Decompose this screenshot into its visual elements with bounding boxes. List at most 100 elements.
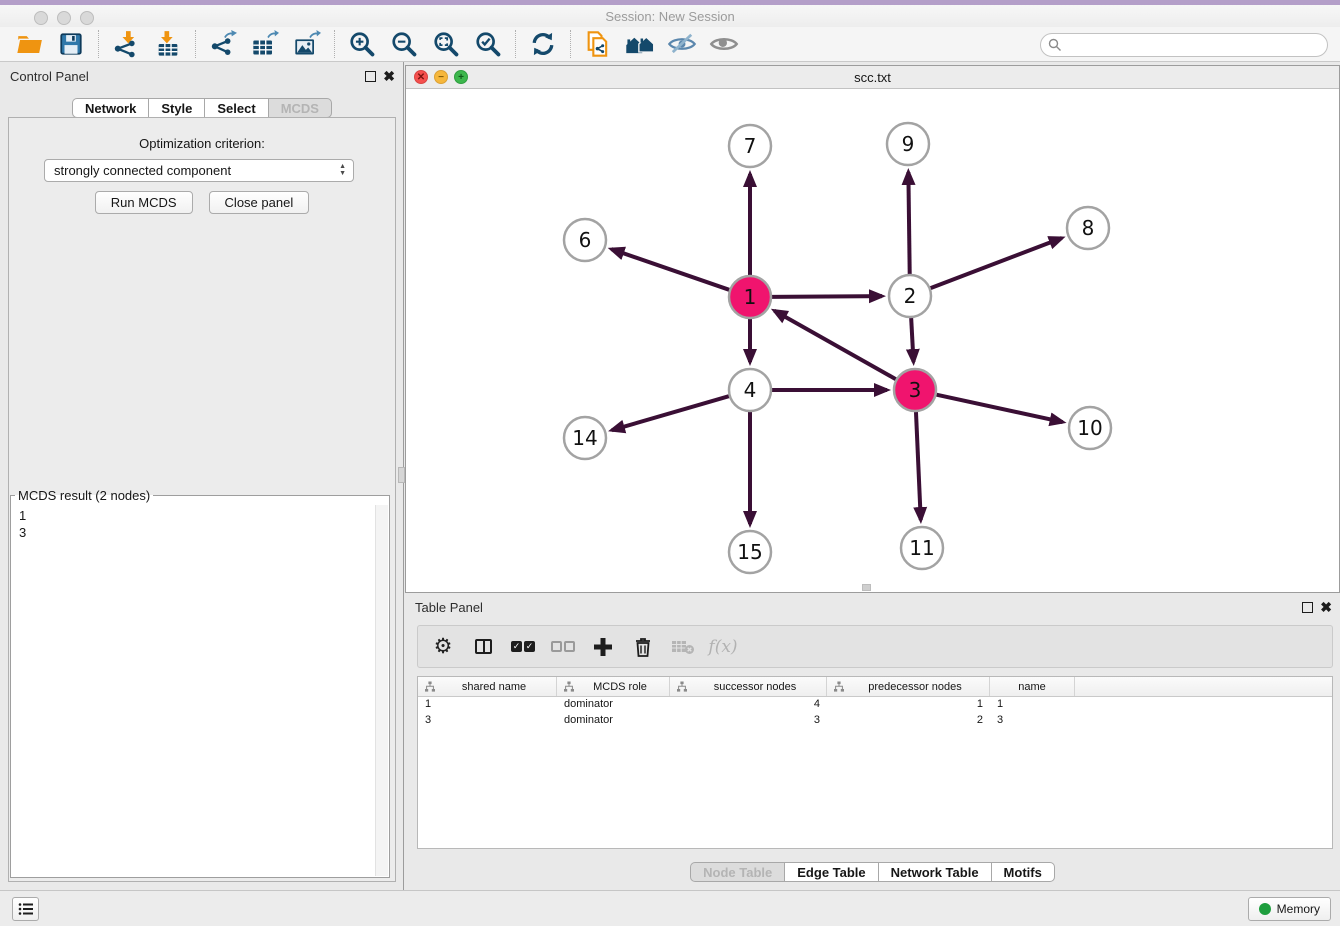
panel-splitter-grip[interactable] [398, 467, 405, 483]
graph-edge-2-8[interactable] [931, 238, 1062, 288]
graph-edge-2-3[interactable] [911, 318, 913, 362]
tab-select[interactable]: Select [204, 98, 267, 118]
graph-node-label: 7 [744, 134, 757, 158]
table-cell[interactable]: 3 [990, 713, 1075, 729]
table-tabs: Node Table Edge Table Network Table Moti… [405, 862, 1340, 882]
table-cell[interactable]: 4 [670, 697, 827, 713]
table-cell[interactable]: 1 [827, 697, 990, 713]
table-cell[interactable]: dominator [557, 697, 670, 713]
column-header-predecessor-nodes[interactable]: predecessor nodes [827, 677, 990, 696]
close-panel-button[interactable]: Close panel [209, 191, 310, 214]
table-toolbar: ⚙ ✓✓ f(x) [417, 625, 1333, 668]
plus-icon [592, 636, 614, 658]
float-panel-button[interactable] [365, 71, 376, 82]
export-network-button[interactable] [207, 29, 239, 59]
graph-node-label: 3 [909, 378, 922, 402]
first-neighbors-button[interactable] [624, 29, 656, 59]
column-type-icon [833, 681, 845, 693]
export-table-icon [251, 30, 279, 58]
tab-style[interactable]: Style [148, 98, 204, 118]
fit-content-button[interactable] [430, 29, 462, 59]
graph-edge-1-2[interactable] [772, 296, 882, 297]
close-panel-button[interactable]: ✖ [383, 71, 395, 82]
graph-edge-3-10[interactable] [936, 395, 1062, 422]
table-cell[interactable]: 2 [827, 713, 990, 729]
close-table-panel-button[interactable]: ✖ [1320, 602, 1332, 613]
column-type-icon [424, 681, 436, 693]
export-image-button[interactable] [291, 29, 323, 59]
table-row[interactable]: 3dominator323 [418, 713, 1332, 729]
graph-edge-4-14[interactable] [612, 396, 729, 430]
tab-edge-table[interactable]: Edge Table [784, 862, 877, 882]
import-table-button[interactable] [152, 29, 184, 59]
column-header-shared-name[interactable]: shared name [418, 677, 557, 696]
network-close-button[interactable]: ✕ [414, 70, 428, 84]
apply-layout-button[interactable] [527, 29, 559, 59]
optimization-criterion-dropdown[interactable]: strongly connected component ▲▼ [44, 159, 354, 182]
save-session-button[interactable] [55, 29, 87, 59]
maximize-window-button[interactable] [80, 11, 94, 25]
fit-content-icon [432, 30, 460, 58]
toolbar-separator [334, 30, 335, 58]
table-cell[interactable]: 3 [670, 713, 827, 729]
control-panel-title: Control Panel [10, 69, 365, 84]
search-input[interactable] [1040, 33, 1328, 57]
table-row[interactable]: 1dominator411 [418, 697, 1332, 713]
memory-button[interactable]: Memory [1248, 897, 1331, 921]
table-cell[interactable]: 1 [418, 697, 557, 713]
tab-mcds[interactable]: MCDS [268, 98, 332, 118]
zoom-in-button[interactable] [346, 29, 378, 59]
delete-row-button[interactable] [628, 632, 658, 662]
node-table: shared nameMCDS rolesuccessor nodesprede… [417, 676, 1333, 849]
mcds-result-scrollbar[interactable] [375, 505, 388, 876]
mcds-result-list[interactable]: 1 3 [12, 505, 375, 876]
show-all-button[interactable] [708, 29, 740, 59]
column-header-MCDS-role[interactable]: MCDS role [557, 677, 670, 696]
graph-node-label: 8 [1082, 216, 1095, 240]
zoom-selected-icon [474, 30, 502, 58]
float-table-panel-button[interactable] [1302, 602, 1313, 613]
graph-edge-2-9[interactable] [908, 172, 909, 274]
select-all-button[interactable]: ✓✓ [508, 632, 538, 662]
search-field[interactable] [1040, 33, 1328, 57]
tab-motifs[interactable]: Motifs [991, 862, 1055, 882]
show-columns-button[interactable] [468, 632, 498, 662]
minimize-window-button[interactable] [57, 11, 71, 25]
control-panel: Control Panel ✖ Network Style Select MCD… [0, 62, 404, 890]
hide-selection-button[interactable] [666, 29, 698, 59]
zoom-out-icon [390, 30, 418, 58]
tab-network[interactable]: Network [72, 98, 148, 118]
unselect-all-button[interactable] [548, 632, 578, 662]
import-network-icon [112, 30, 140, 58]
table-cell[interactable]: 3 [418, 713, 557, 729]
task-history-button[interactable] [12, 897, 39, 921]
close-window-button[interactable] [34, 11, 48, 25]
canvas-splitter-grip[interactable] [862, 584, 871, 591]
column-type-icon [563, 681, 575, 693]
home-icon [624, 30, 656, 58]
network-maximize-button[interactable]: + [454, 70, 468, 84]
zoom-out-button[interactable] [388, 29, 420, 59]
network-canvas[interactable]: 7968124314101511 [406, 89, 1339, 592]
column-header-name[interactable]: name [990, 677, 1075, 696]
run-mcds-button[interactable]: Run MCDS [95, 191, 193, 214]
table-panel-title: Table Panel [415, 600, 1302, 615]
import-network-button[interactable] [110, 29, 142, 59]
graph-edge-3-1[interactable] [774, 311, 895, 379]
table-options-button[interactable]: ⚙ [428, 632, 458, 662]
network-minimize-button[interactable]: − [434, 70, 448, 84]
column-header-successor-nodes[interactable]: successor nodes [670, 677, 827, 696]
tab-network-table[interactable]: Network Table [878, 862, 991, 882]
open-session-button[interactable] [13, 29, 45, 59]
graph-edge-3-11[interactable] [916, 412, 921, 520]
network-window-titlebar[interactable]: ✕ − + scc.txt [406, 66, 1339, 89]
zoom-selected-button[interactable] [472, 29, 504, 59]
graph-edge-1-6[interactable] [611, 249, 729, 290]
table-cell[interactable]: dominator [557, 713, 670, 729]
new-network-from-selection-button[interactable] [582, 29, 614, 59]
tab-node-table[interactable]: Node Table [690, 862, 784, 882]
add-row-button[interactable] [588, 632, 618, 662]
toolbar-separator [195, 30, 196, 58]
export-table-button[interactable] [249, 29, 281, 59]
table-cell[interactable]: 1 [990, 697, 1075, 713]
